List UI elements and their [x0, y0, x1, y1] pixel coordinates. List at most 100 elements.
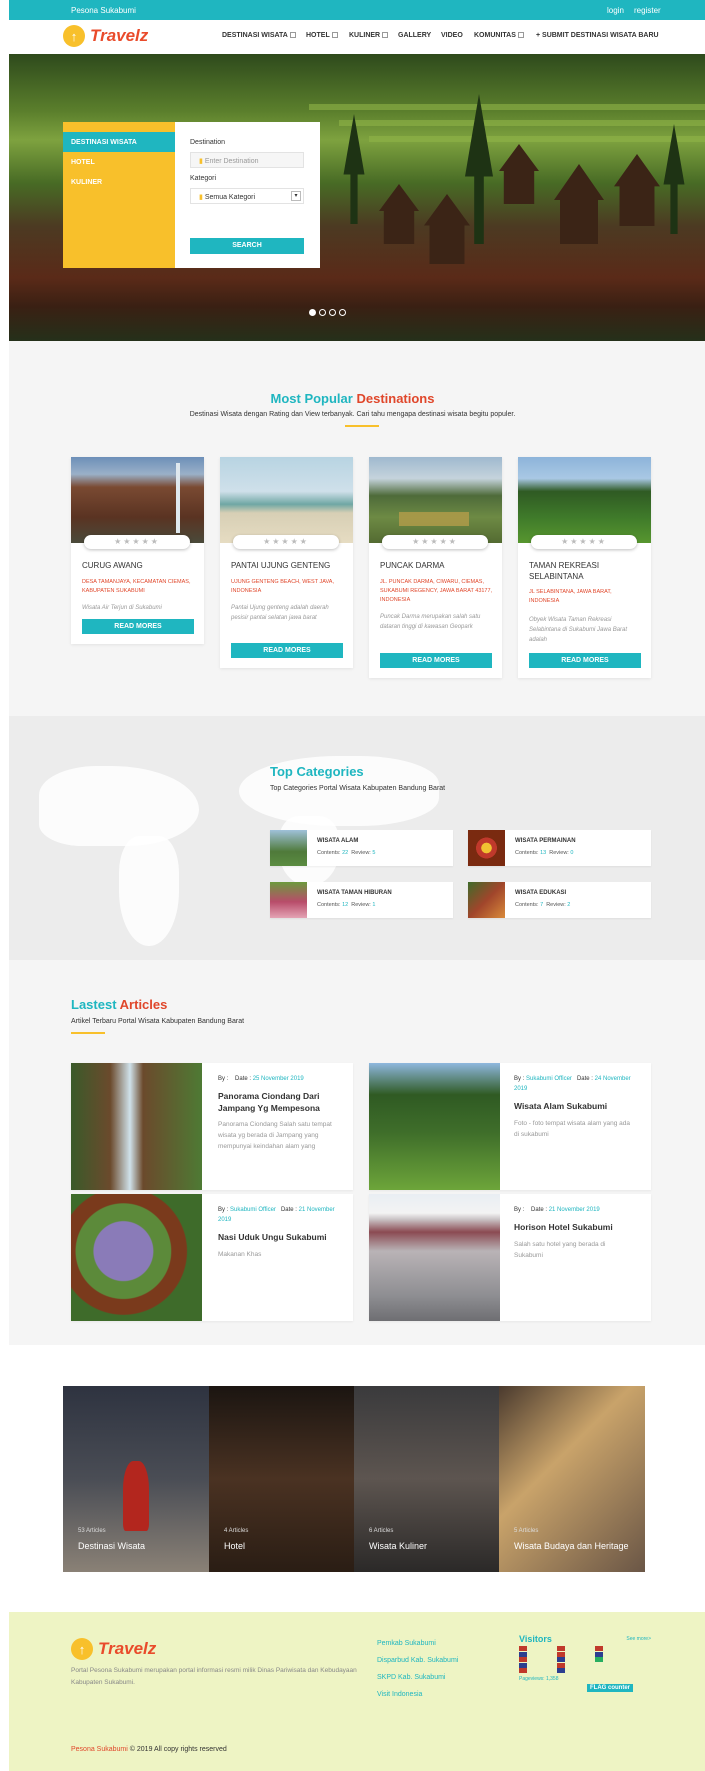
- article-description: Panorama Ciondang Salah satu tempat wisa…: [218, 1121, 332, 1150]
- card-title[interactable]: CURUG AWANG: [82, 560, 194, 571]
- tile-count: 5 Articles: [514, 1528, 539, 1534]
- review-count: 2: [567, 902, 571, 908]
- article-card[interactable]: By : Date : 21 November 2019 Horison Hot…: [369, 1194, 651, 1321]
- rating-stars: ★★★★★: [382, 535, 488, 549]
- site-name: Pesona Sukabumi: [71, 6, 136, 15]
- rice-terrace: [369, 136, 705, 142]
- nav-label: HOTEL: [306, 32, 330, 39]
- tab-hotel[interactable]: HOTEL: [63, 152, 175, 172]
- flag-icon: [557, 1662, 565, 1668]
- explore-tile[interactable]: 53 Articles Destinasi Wisata: [63, 1386, 209, 1572]
- read-more-button[interactable]: READ MORES: [529, 653, 641, 668]
- card-address: UJUNG GENTENG BEACH, WEST JAVA, INDONESI…: [231, 579, 334, 594]
- destination-card[interactable]: ★★★★★ CURUG AWANG DESA TAMANJAYA, KECAMA…: [71, 457, 204, 644]
- nav-gallery[interactable]: GALLERY: [398, 32, 431, 39]
- date-label: Date :: [576, 1076, 593, 1082]
- article-title[interactable]: Wisata Alam Sukabumi: [514, 1100, 641, 1112]
- hut: [379, 184, 419, 244]
- read-more-button[interactable]: READ MORES: [231, 643, 343, 658]
- hut: [614, 154, 660, 226]
- carousel-dot[interactable]: [319, 309, 326, 316]
- review-count: 1: [372, 902, 376, 908]
- article-description: Foto - foto tempat wisata alam yang ada …: [514, 1120, 630, 1138]
- card-address: JL. PUNCAK DARMA, CIWARU, CIEMAS, SUKABU…: [380, 579, 493, 603]
- nav-hotel[interactable]: HOTEL: [306, 32, 338, 39]
- footer-link[interactable]: Pemkab Sukabumi: [377, 1640, 436, 1647]
- destination-card[interactable]: ★★★★★ PUNCAK DARMA JL. PUNCAK DARMA, CIW…: [369, 457, 502, 678]
- category-card[interactable]: WISATA PERMAINAN Contents: 13 Review: 0: [468, 830, 651, 866]
- category-select[interactable]: ▮ Semua Kategori ▾: [190, 188, 304, 204]
- login-link[interactable]: login: [607, 6, 624, 15]
- by-label: By :: [514, 1207, 525, 1213]
- explore-tile[interactable]: 6 Articles Wisata Kuliner: [354, 1386, 500, 1572]
- footer-link[interactable]: SKPD Kab. Sukabumi: [377, 1674, 445, 1681]
- categories-subtitle: Top Categories Portal Wisata Kabupaten B…: [270, 785, 446, 792]
- article-title[interactable]: Horison Hotel Sukabumi: [514, 1221, 641, 1233]
- tab-kuliner[interactable]: KULINER: [63, 172, 175, 192]
- nav-komunitas[interactable]: KOMUNITAS: [474, 32, 524, 39]
- flag-icon: [557, 1668, 565, 1674]
- destination-card[interactable]: ★★★★★ TAMAN REKREASI SELABINTANA JL SELA…: [518, 457, 651, 678]
- explore-tile[interactable]: 5 Articles Wisata Budaya dan Heritage: [499, 1386, 645, 1572]
- article-title[interactable]: Panorama Ciondang Dari Jampang Yg Mempes…: [218, 1090, 343, 1114]
- read-more-button[interactable]: READ MORES: [380, 653, 492, 668]
- contents-label: Contents:: [317, 902, 341, 908]
- carousel-dot[interactable]: [329, 309, 336, 316]
- person-figure: [123, 1461, 149, 1531]
- category-thumbnail: [468, 830, 505, 866]
- explore-tile[interactable]: 4 Articles Hotel: [209, 1386, 355, 1572]
- carousel-dot[interactable]: [339, 309, 346, 316]
- article-card[interactable]: By : Sukabumi Officer Date : 24 November…: [369, 1063, 651, 1190]
- contents-count: 7: [540, 902, 544, 908]
- card-title[interactable]: TAMAN REKREASI SELABINTANA: [529, 560, 641, 582]
- article-title[interactable]: Nasi Uduk Ungu Sukabumi: [218, 1231, 343, 1243]
- destination-input[interactable]: ▮ Enter Destination: [190, 152, 304, 168]
- landmark-sign: [399, 512, 469, 526]
- waterfall: [176, 463, 180, 533]
- flag-icon: [519, 1651, 527, 1657]
- tile-name: Wisata Kuliner: [369, 1541, 428, 1551]
- article-card[interactable]: By : Sukabumi Officer Date : 21 November…: [71, 1194, 353, 1321]
- read-more-button[interactable]: READ MORES: [82, 619, 194, 634]
- article-author: Sukabumi Officer: [230, 1207, 276, 1213]
- category-name: WISATA ALAM: [317, 838, 359, 844]
- nav-destinasi-wisata[interactable]: DESTINASI WISATA: [222, 32, 296, 39]
- card-title[interactable]: PUNCAK DARMA: [380, 560, 492, 571]
- see-more-link[interactable]: See more>: [626, 1636, 651, 1642]
- nav-kuliner[interactable]: KULINER: [349, 32, 389, 39]
- dropdown-icon: [289, 32, 296, 39]
- carousel-dot-active[interactable]: [309, 309, 316, 316]
- popular-subtitle: Destinasi Wisata dengan Rating dan View …: [189, 411, 516, 418]
- category-name: WISATA EDUKASI: [515, 890, 567, 896]
- category-card[interactable]: WISATA ALAM Contents: 22 Review: 5: [270, 830, 453, 866]
- date-label: Date :: [280, 1207, 297, 1213]
- footer-link[interactable]: Disparbud Kab. Sukabumi: [377, 1657, 458, 1664]
- by-label: By :: [218, 1076, 229, 1082]
- tile-name: Hotel: [224, 1541, 246, 1551]
- tab-destinasi-wisata[interactable]: DESTINASI WISATA: [63, 132, 175, 152]
- category-card[interactable]: WISATA EDUKASI Contents: 7 Review: 2: [468, 882, 651, 918]
- category-card[interactable]: WISATA TAMAN HIBURAN Contents: 12 Review…: [270, 882, 453, 918]
- nav-submit-destinasi[interactable]: + SUBMIT DESTINASI WISATA BARU: [536, 32, 659, 39]
- contents-count: 22: [342, 850, 349, 856]
- article-card[interactable]: By : Date : 25 November 2019 Panorama Ci…: [71, 1063, 353, 1190]
- card-title[interactable]: PANTAI UJUNG GENTENG: [231, 560, 346, 571]
- review-label: Review:: [351, 850, 371, 856]
- footer-logo[interactable]: ↑ Travelz: [71, 1638, 156, 1660]
- search-button[interactable]: SEARCH: [190, 238, 304, 254]
- flag-icon: [519, 1657, 527, 1663]
- nav-video[interactable]: VIDEO: [441, 32, 463, 39]
- footer-link[interactable]: Visit Indonesia: [377, 1691, 422, 1698]
- visitor-counter[interactable]: Visitors See more> Pageviews: 1,358 FLAG…: [519, 1634, 651, 1694]
- register-link[interactable]: register: [634, 6, 661, 15]
- visitors-title: Visitors: [519, 1634, 552, 1644]
- flag-counter-badge[interactable]: FLAG counter: [587, 1684, 633, 1692]
- nav-label: KULINER: [349, 32, 381, 39]
- copyright-brand[interactable]: Pesona Sukabumi: [71, 1746, 128, 1753]
- flag-icon: [519, 1668, 527, 1674]
- logo[interactable]: ↑ Travelz: [63, 25, 148, 47]
- tabs-spacer: [63, 122, 175, 132]
- popular-title-b: Destinations: [356, 391, 435, 406]
- destination-card[interactable]: ★★★★★ PANTAI UJUNG GENTENG UJUNG GENTENG…: [220, 457, 353, 668]
- articles-title: Lastest Articles: [71, 997, 167, 1012]
